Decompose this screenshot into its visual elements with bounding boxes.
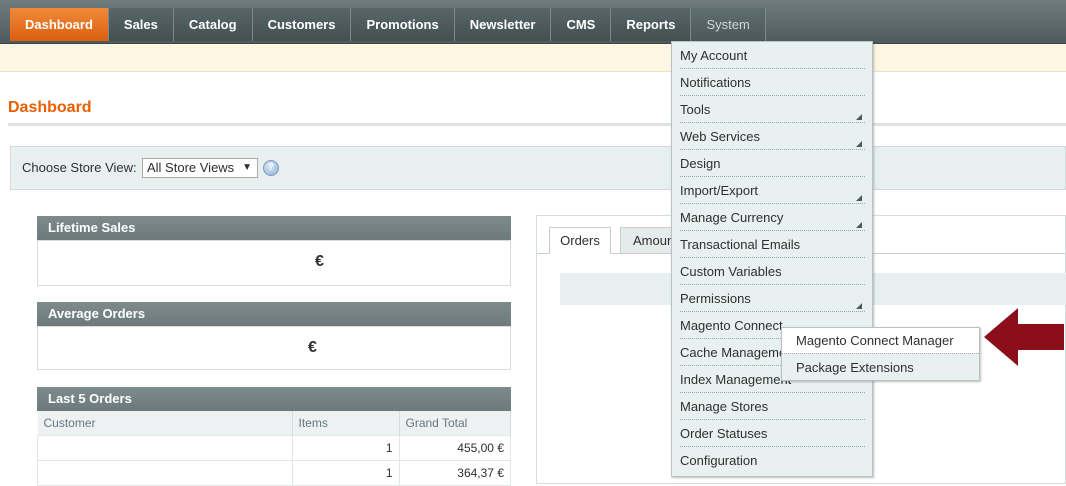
menu-item-permissions[interactable]: Permissions [680, 285, 865, 312]
menu-item-web-services[interactable]: Web Services [680, 123, 865, 150]
nav-cms[interactable]: CMS [551, 8, 612, 41]
lifetime-sales-box: € [37, 240, 511, 286]
table-row[interactable]: 1 364,37 € [37, 460, 511, 486]
nav-promotions[interactable]: Promotions [351, 8, 455, 41]
menu-item-custom-variables[interactable]: Custom Variables [680, 258, 865, 285]
table-row[interactable]: 1 455,00 € [37, 435, 511, 461]
store-switcher-bar: Choose Store View: All Store Views ▼ ? [10, 146, 1066, 190]
submenu-item-package-extensions[interactable]: Package Extensions [782, 355, 979, 381]
top-navigation: Dashboard Sales Catalog Customers Promot… [0, 0, 1066, 44]
notification-bar [0, 44, 1066, 72]
nav-system[interactable]: System [691, 8, 766, 41]
order-customer [37, 435, 293, 461]
menu-item-tools[interactable]: Tools [680, 96, 865, 123]
nav-catalog[interactable]: Catalog [173, 8, 253, 41]
system-menu: My Account Notifications Tools Web Servi… [671, 41, 873, 477]
submenu-arrow-icon [856, 303, 862, 309]
order-total: 364,37 € [398, 460, 511, 486]
submenu-arrow-icon [856, 141, 862, 147]
nav-dashboard[interactable]: Dashboard [10, 8, 109, 41]
column-header-grand-total[interactable]: Grand Total [399, 411, 511, 436]
lifetime-sales-header: Lifetime Sales [37, 216, 511, 240]
order-items: 1 [291, 435, 400, 461]
callout-arrow-icon [984, 308, 1064, 366]
nav-sales[interactable]: Sales [108, 8, 174, 41]
store-switcher-label: Choose Store View: [22, 160, 137, 175]
column-header-items[interactable]: Items [292, 411, 400, 436]
menu-item-manage-currency[interactable]: Manage Currency [680, 204, 865, 231]
tab-orders[interactable]: Orders [549, 227, 611, 254]
magento-connect-submenu: Magento Connect Manager Package Extensio… [781, 327, 980, 381]
help-icon[interactable]: ? [263, 160, 279, 176]
menu-item-notifications[interactable]: Notifications [680, 69, 865, 96]
average-orders-header: Average Orders [37, 302, 511, 326]
last-orders-header: Last 5 Orders [37, 387, 511, 411]
menu-item-my-account[interactable]: My Account [680, 42, 865, 69]
menu-item-order-statuses[interactable]: Order Statuses [680, 420, 865, 447]
dropdown-arrow-icon: ▼ [242, 162, 252, 173]
store-view-value: All Store Views [147, 160, 235, 175]
title-divider [8, 123, 1066, 126]
order-customer [37, 460, 293, 486]
store-view-select[interactable]: All Store Views ▼ [142, 158, 258, 178]
nav-customers[interactable]: Customers [252, 8, 352, 41]
order-total: 455,00 € [398, 435, 511, 461]
menu-item-configuration[interactable]: Configuration [680, 447, 865, 474]
column-header-customer[interactable]: Customer [37, 411, 293, 436]
page-title: Dashboard [8, 99, 92, 116]
nav-newsletter[interactable]: Newsletter [454, 8, 552, 41]
nav-reports[interactable]: Reports [611, 8, 692, 41]
submenu-arrow-icon [856, 195, 862, 201]
lifetime-sales-value: € [315, 253, 324, 270]
submenu-arrow-icon [856, 222, 862, 228]
menu-item-manage-stores[interactable]: Manage Stores [680, 393, 865, 420]
menu-item-import-export[interactable]: Import/Export [680, 177, 865, 204]
menu-item-transactional-emails[interactable]: Transactional Emails [680, 231, 865, 258]
average-orders-value: € [308, 339, 317, 356]
order-items: 1 [291, 460, 400, 486]
submenu-item-connect-manager[interactable]: Magento Connect Manager [782, 328, 979, 354]
average-orders-box: € [37, 326, 511, 370]
last-orders-table: Customer Items Grand Total 1 455,00 € 1 … [37, 411, 511, 486]
submenu-arrow-icon [856, 114, 862, 120]
menu-item-design[interactable]: Design [680, 150, 865, 177]
